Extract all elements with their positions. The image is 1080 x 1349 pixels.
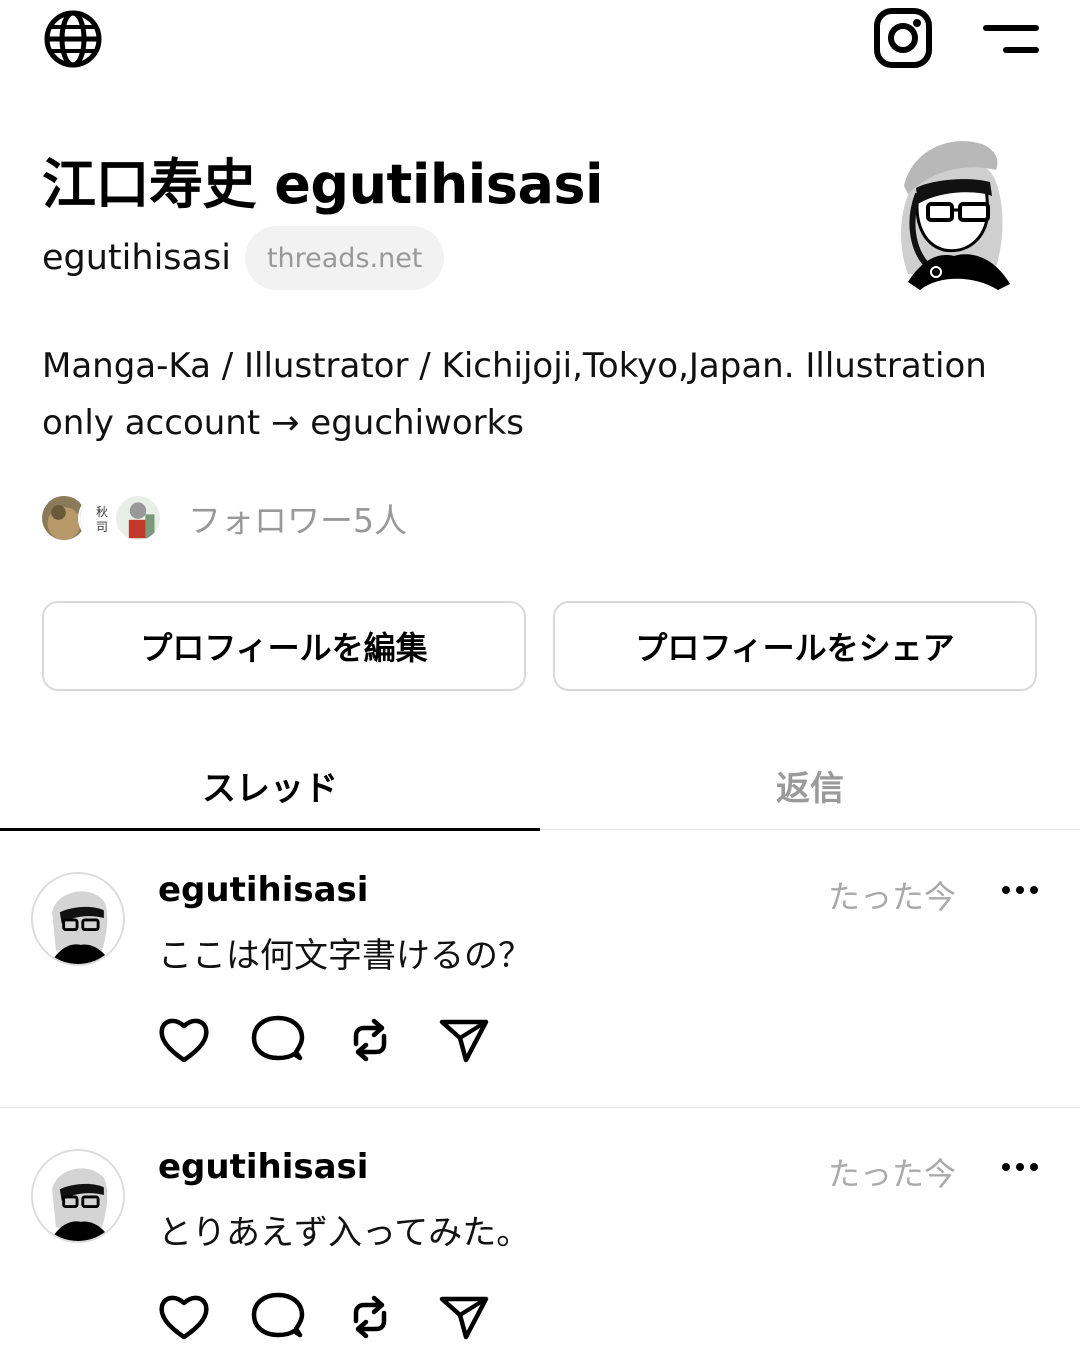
followers-count[interactable]: フォロワー5人 [188,494,407,542]
post-text: とりあえず入ってみた。 [158,1213,531,1253]
thread-post[interactable]: egutihisasi たった今 ここは何文字書けるの？ [0,832,1080,1108]
svg-text:秋: 秋 [96,505,108,519]
share-icon[interactable] [436,1289,492,1345]
profile-name: 江口寿史 egutihisasi [42,153,604,216]
heart-icon[interactable] [156,1289,212,1345]
comment-icon[interactable] [250,1012,306,1068]
post-actions [156,1012,496,1068]
more-icon[interactable] [996,880,1044,900]
top-bar [0,0,1080,80]
svg-text:司: 司 [96,520,108,534]
menu-icon[interactable] [982,20,1044,60]
more-icon[interactable] [996,1157,1044,1177]
post-avatar[interactable] [31,1149,125,1243]
comment-icon[interactable] [250,1289,306,1345]
globe-icon[interactable] [40,8,106,70]
profile-avatar[interactable] [878,124,1022,294]
follower-avatar [114,494,162,542]
post-timestamp: たった今 [828,878,957,916]
edit-profile-button[interactable]: プロフィールを編集 [42,601,526,691]
follower-avatars: 秋 司 [40,488,170,548]
heart-icon[interactable] [156,1012,212,1068]
profile-handle: egutihisasi [42,238,231,278]
post-username[interactable]: egutihisasi [158,870,368,910]
share-profile-button[interactable]: プロフィールをシェア [553,601,1037,691]
tab-replies[interactable]: 返信 [540,740,1080,830]
followers-row[interactable]: 秋 司 フォロワー5人 [40,488,407,548]
post-username[interactable]: egutihisasi [158,1147,368,1187]
post-avatar[interactable] [31,872,125,966]
instagram-icon[interactable] [870,7,936,69]
profile-bio: Manga-Ka / Illustrator / Kichijoji,Tokyo… [42,346,987,443]
share-icon[interactable] [436,1012,492,1068]
tab-threads[interactable]: スレッド [0,740,540,831]
thread-post[interactable]: egutihisasi たった今 とりあえず入ってみた。 [0,1109,1080,1349]
post-actions [156,1289,496,1345]
repost-icon[interactable] [342,1012,398,1068]
post-text: ここは何文字書けるの？ [158,936,532,976]
handle-row: egutihisasi threads.net [42,226,445,290]
profile-tabs: スレッド 返信 [0,740,1080,831]
threads-domain-badge[interactable]: threads.net [244,226,445,290]
repost-icon[interactable] [342,1289,398,1345]
post-timestamp: たった今 [828,1155,957,1193]
